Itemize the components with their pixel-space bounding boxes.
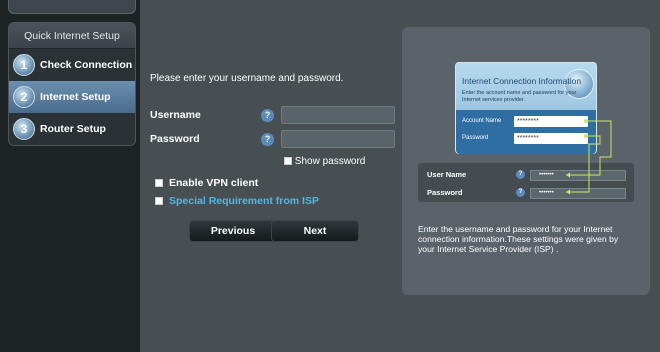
step-number-icon: 2 (13, 86, 35, 108)
step-label: Router Setup (40, 123, 106, 135)
sidebar: Quick Internet Setup 1 Check Connection … (0, 0, 140, 352)
previous-button[interactable]: Previous (189, 220, 277, 242)
card-account-label: Account Name (462, 118, 502, 124)
username-label: Username (150, 109, 201, 121)
card-account-field: ******** (514, 116, 588, 127)
username-help-icon[interactable]: ? (261, 109, 274, 122)
vpn-client-checkbox[interactable] (155, 179, 163, 188)
example-password-field: ••••••• (530, 188, 626, 199)
step-number-icon: 1 (13, 54, 35, 76)
card-title: Internet Connection Information (462, 76, 582, 86)
step-label: Check Connection (40, 59, 133, 71)
card-description: Enter the account name and password for … (462, 90, 577, 103)
step-label: Internet Setup (40, 91, 111, 103)
example-password-label: Password (427, 188, 463, 197)
step-check-connection[interactable]: 1 Check Connection (9, 49, 135, 81)
card-password-label: Password (462, 135, 489, 141)
form-prompt: Please enter your username and password. (150, 73, 344, 84)
connection-info-card: Internet Connection Information Enter th… (455, 62, 597, 154)
password-help-icon[interactable]: ? (261, 133, 274, 146)
show-password-label: Show password (294, 156, 366, 167)
step-number-icon: 3 (13, 118, 35, 140)
card-password-field: ******** (514, 133, 588, 144)
info-text: Enter the username and password for your… (418, 224, 619, 254)
isp-requirement-checkbox[interactable] (155, 197, 163, 206)
example-username-label: User Name (427, 170, 467, 179)
isp-requirement-option[interactable]: Special Requirement from ISP (155, 195, 319, 207)
quick-setup-panel: Quick Internet Setup 1 Check Connection … (8, 22, 136, 146)
next-button[interactable]: Next (271, 220, 359, 242)
example-username-help-icon: ? (516, 170, 525, 179)
password-input[interactable] (281, 130, 395, 148)
vpn-client-label: Enable VPN client (169, 177, 259, 189)
sidebar-header: Quick Internet Setup (9, 23, 135, 49)
example-username-field: ••••••• (530, 170, 626, 181)
card-field-band: Account Name ******** Password ******** (456, 110, 596, 154)
username-input[interactable] (281, 106, 395, 124)
vpn-client-option[interactable]: Enable VPN client (155, 177, 258, 189)
isp-requirement-link[interactable]: Special Requirement from ISP (169, 195, 319, 207)
show-password-option[interactable]: Show password (284, 156, 365, 167)
step-internet-setup[interactable]: 2 Internet Setup (9, 81, 135, 113)
step-router-setup[interactable]: 3 Router Setup (9, 113, 135, 145)
password-label: Password (150, 133, 200, 145)
sidebar-top-cap (8, 0, 136, 14)
show-password-checkbox[interactable] (284, 157, 292, 166)
example-password-help-icon: ? (516, 188, 525, 197)
